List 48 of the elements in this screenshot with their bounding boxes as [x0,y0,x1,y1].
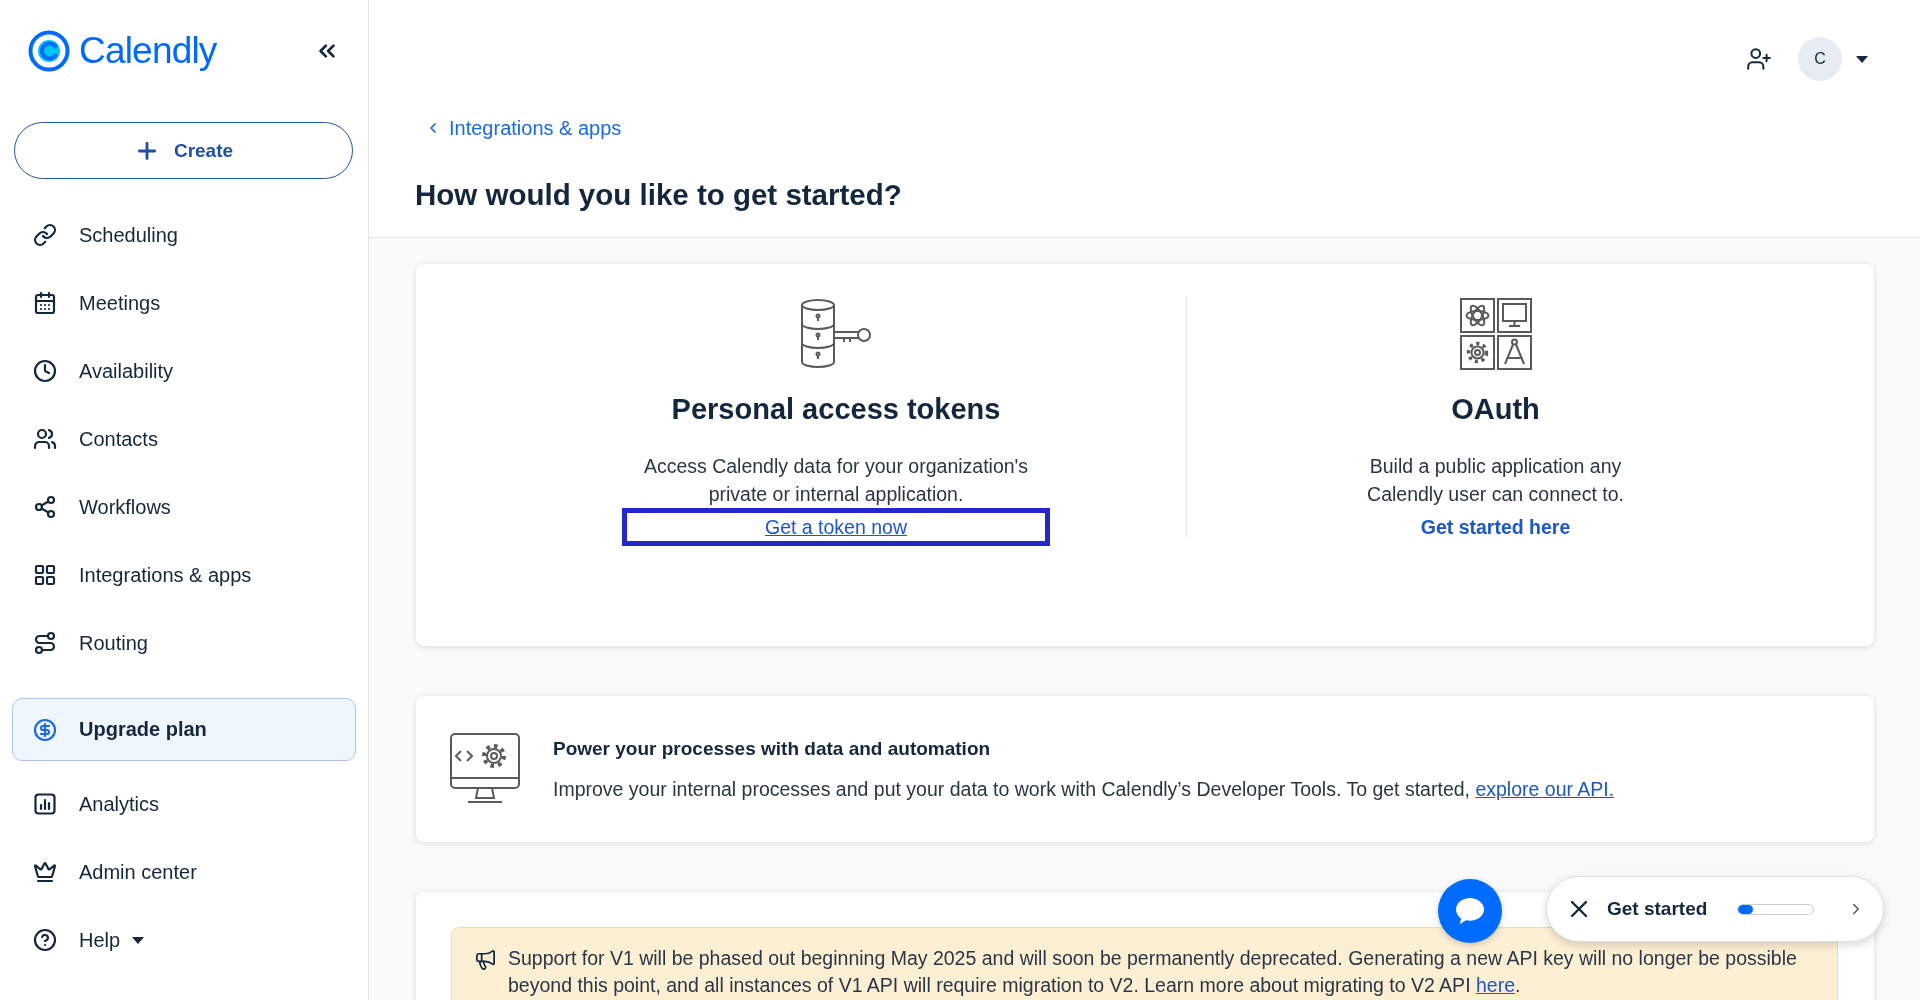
help-icon [33,928,57,952]
clock-icon [33,359,57,383]
logo-icon [28,30,70,72]
option-link[interactable]: Get a token now [765,515,907,539]
page-title: How would you like to get started? [415,177,902,213]
upgrade-nav-item[interactable]: Upgrade plan [12,698,356,761]
explore-api-link[interactable]: explore our API. [1475,778,1615,800]
nav-item[interactable]: Workflows [0,473,368,541]
grid-icon [33,563,57,587]
speech-bubble-icon [1455,897,1485,925]
dollar-icon [33,717,57,742]
add-person-icon[interactable] [1746,46,1772,72]
notice-text: Support for V1 will be phased out beginning May 2025 and will soon be permanently deprecated. Generating a new API key will no longer be possible beyond this point, and all instances of V1 API will require migration to V2. Learn more about migrating to V2 API here. [508,946,1798,998]
nav-item[interactable]: Admin center [0,838,368,906]
chain-link-icon [33,223,57,247]
monitor-gear-icon [450,733,520,805]
bar-chart-icon [33,792,57,816]
back-link[interactable]: Integrations & apps [425,116,622,140]
developer-tools-text: Improve your internal processes and put your data to work with Calendly’s Developer Tools. To get started, explore our API. [553,777,1615,801]
nav-item[interactable]: Analytics [0,770,368,838]
logo-text: Calendly [79,29,217,73]
calendar-icon [33,291,57,315]
option-title: Personal access tokens [671,392,1001,427]
nav-item[interactable]: Availability [0,337,368,405]
megaphone-icon [474,948,497,971]
database-key-icon [800,298,872,370]
notice-link[interactable]: here [1475,974,1515,996]
avatar[interactable]: C [1798,37,1842,81]
nav-item[interactable]: Scheduling [0,201,368,269]
caret-down-icon [132,936,145,944]
option-link[interactable]: Get started here [1420,515,1571,539]
option-description: Access Calendly data for your organization's private or internal application. [643,454,1029,507]
nodes-icon [33,495,57,519]
route-icon [33,631,57,655]
nav-item[interactable]: Meetings [0,269,368,337]
nav-item[interactable]: Integrations & apps [0,541,368,609]
nav-item[interactable]: Help [0,906,368,974]
option-title: OAuth [1451,392,1540,427]
developer-tools-title: Power your processes with data and automation [553,737,992,761]
caret-down-icon[interactable] [1856,55,1868,63]
crown-icon [33,860,57,884]
people-icon [33,427,57,451]
create-button[interactable]: Create [14,122,353,179]
nav-item[interactable]: Contacts [0,405,368,473]
nav-item[interactable]: Routing [0,609,368,677]
option-description: Build a public application any Calendly user can connect to. [1367,454,1624,507]
tool-tiles-icon [1459,298,1532,370]
get-started-label: Get started [1607,898,1708,920]
